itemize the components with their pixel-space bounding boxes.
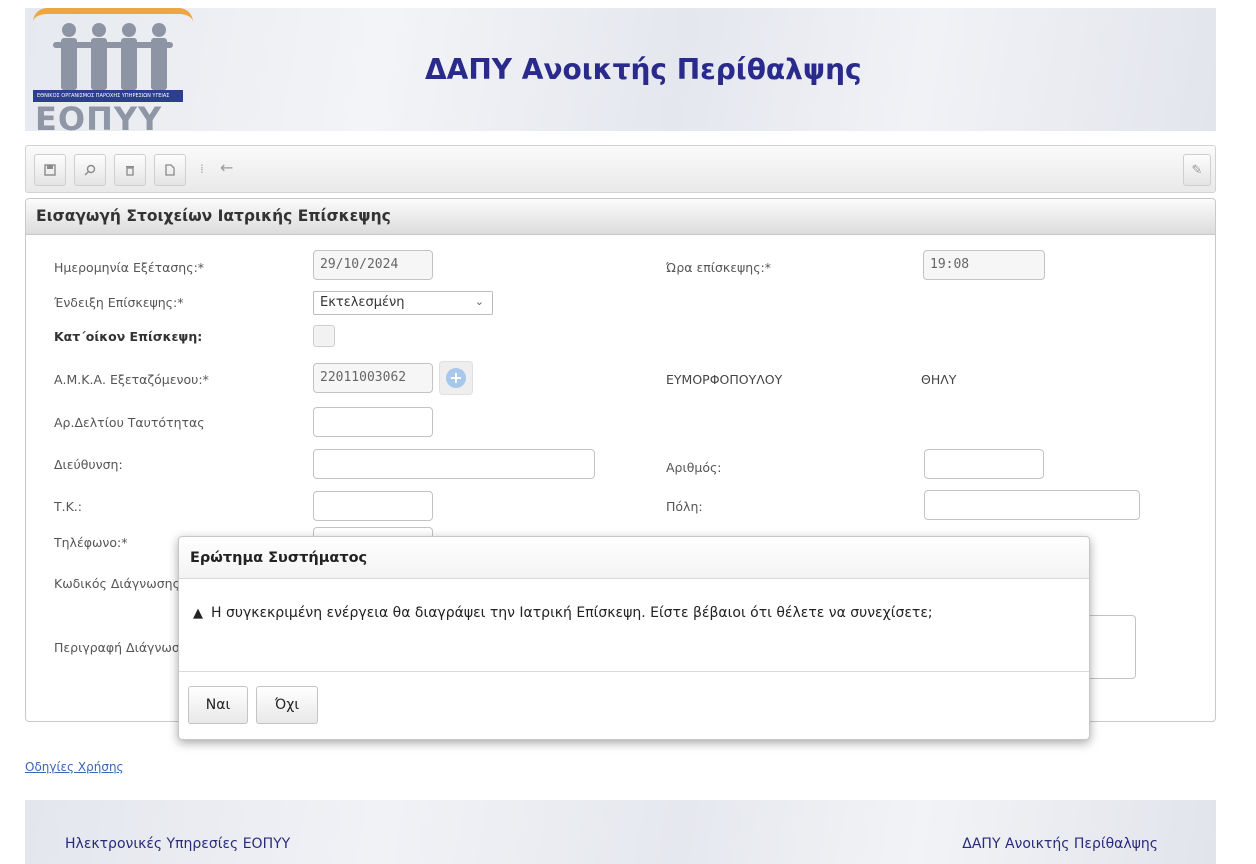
exam-date-label: Ημερομηνία Εξέτασης:* [54,260,205,275]
chevron-down-icon: ⌄ [474,295,484,308]
dialog-title: Ερώτημα Συστήματος [179,537,1089,579]
back-button[interactable]: ← [220,158,233,177]
new-document-icon [165,164,175,176]
save-icon [44,164,56,176]
plus-icon: + [446,368,466,388]
number-label: Αριθμός: [666,460,722,475]
search-button[interactable] [74,154,106,186]
toolbar-separator: ⁞ [200,162,204,176]
page-title: ΔΑΠΥ Ανοικτής Περίθαλψης [425,53,862,86]
home-visit-checkbox[interactable] [313,325,335,347]
zip-label: Τ.Κ.: [54,499,82,514]
dialog-message: Η συγκεκριμένη ενέργεια θα διαγράψει την… [211,605,933,621]
patient-surname: ΕΥΜΟΡΦΟΠΟΥΛΟΥ [666,372,783,387]
logo-wordmark: ΕΟΠΥΥ [35,100,163,138]
zip-input[interactable] [313,491,433,521]
home-visit-label: Κατ΄οίκον Επίσκεψη: [54,329,203,344]
city-input[interactable] [924,490,1140,520]
address-input[interactable] [313,449,595,479]
back-arrow-icon: ← [220,158,234,177]
edit-pencil-icon: ✎ [1191,162,1203,178]
visit-time-label: Ώρα επίσκεψης:* [666,260,771,275]
visit-time-input[interactable]: 19:08 [923,250,1045,280]
diagnosis-code-label: Κωδικός Διάγνωσης [54,576,180,591]
footer: Ηλεκτρονικές Υπηρεσίες ΕΟΠΥΥ ΔΑΠΥ Ανοικτ… [25,800,1216,864]
dialog-footer: Ναι Όχι [179,671,1089,741]
patient-sex: ΘΗΛΥ [921,372,957,387]
id-card-input[interactable] [313,407,433,437]
edit-button[interactable]: ✎ [1183,154,1211,186]
address-label: Διεύθυνση: [54,457,123,472]
warning-icon: ▲ [193,606,203,621]
amka-input[interactable]: 22011003062 [313,363,433,393]
exam-date-input[interactable]: 29/10/2024 [313,250,433,280]
new-button[interactable] [154,154,186,186]
confirm-dialog: Ερώτημα Συστήματος ▲ Η συγκεκριμένη ενέργ… [178,536,1090,740]
eopyy-logo: ΕΘΝΙΚΟΣ ΟΡΓΑΝΙΣΜΟΣ ΠΑΡΟΧΗΣ ΥΠΗΡΕΣΙΩΝ ΥΓΕ… [33,8,193,138]
footer-left-text: Ηλεκτρονικές Υπηρεσίες ΕΟΠΥΥ [65,836,291,852]
delete-button[interactable] [114,154,146,186]
diagnosis-description-label: Περιγραφή Διάγνωσ [54,640,180,655]
search-icon [84,164,96,176]
help-link[interactable]: Οδηγίες Χρήσης [25,760,124,774]
visit-type-label: Ένδειξη Επίσκεψης:* [54,295,184,310]
no-button[interactable]: Όχι [256,686,318,724]
id-card-label: Αρ.Δελτίου Ταυτότητας [54,415,205,430]
people-figures-icon [53,23,173,90]
phone-label: Τηλέφωνο:* [54,535,128,550]
panel-title: Εισαγωγή Στοιχείων Ιατρικής Επίσκεψης [26,199,1215,235]
footer-right-text: ΔΑΠΥ Ανοικτής Περίθαλψης [962,836,1158,852]
save-button[interactable] [34,154,66,186]
header-banner: ΕΘΝΙΚΟΣ ΟΡΓΑΝΙΣΜΟΣ ΠΑΡΟΧΗΣ ΥΠΗΡΕΣΙΩΝ ΥΓΕ… [25,8,1216,138]
number-input[interactable] [924,449,1044,479]
dialog-message-row: ▲ Η συγκεκριμένη ενέργεια θα διαγράψει τη… [193,605,933,621]
amka-label: Α.Μ.Κ.Α. Εξεταζόμενου:* [54,372,209,387]
trash-icon [126,166,134,176]
visit-type-select[interactable]: Εκτελεσμένη ⌄ [313,291,493,315]
add-patient-button[interactable]: + [439,361,473,395]
yes-button[interactable]: Ναι [188,686,248,724]
city-label: Πόλη: [666,499,703,514]
toolbar: ⁞ ← ✎ [25,145,1216,193]
visit-type-value: Εκτελεσμένη [320,295,405,310]
